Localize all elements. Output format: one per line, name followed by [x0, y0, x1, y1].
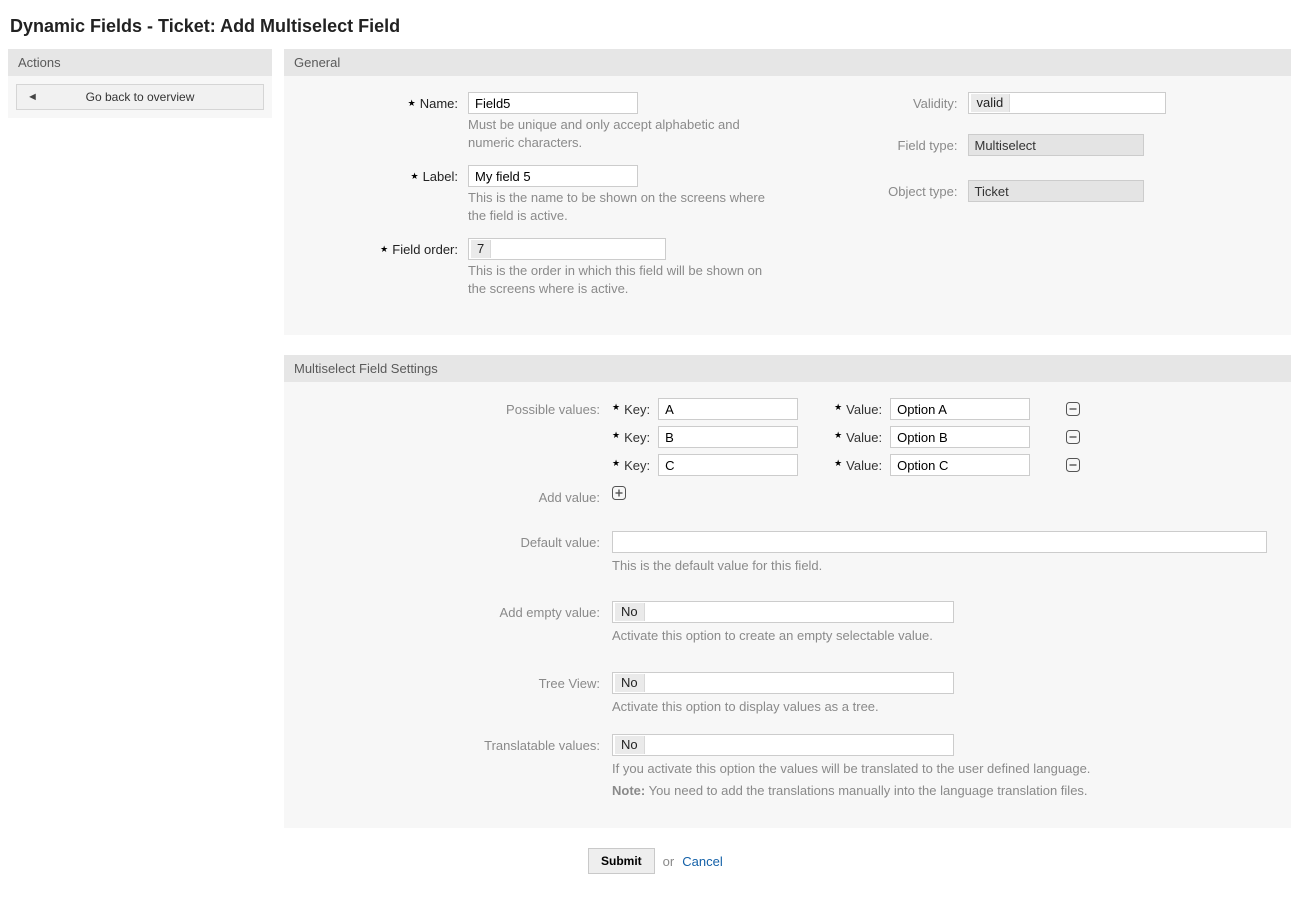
- name-input[interactable]: [468, 92, 638, 114]
- value-input[interactable]: [890, 454, 1030, 476]
- validity-select[interactable]: valid: [968, 92, 1166, 114]
- value-input[interactable]: [890, 426, 1030, 448]
- add-empty-value: No: [615, 603, 645, 621]
- key-label: ★Key:: [612, 402, 650, 417]
- objecttype-label: Object type:: [888, 184, 957, 199]
- or-text: or: [663, 854, 675, 869]
- tree-view-value: No: [615, 674, 645, 692]
- objecttype-readonly: Ticket: [968, 180, 1144, 202]
- possible-values-label: Possible values:: [308, 398, 612, 417]
- add-empty-help: Activate this option to create an empty …: [612, 627, 1267, 645]
- sidebar-actions-header: Actions: [8, 49, 272, 76]
- possible-value-row: ★Key: ★Value:: [612, 398, 1267, 420]
- general-header: General: [284, 49, 1291, 76]
- remove-value-button[interactable]: [1066, 458, 1080, 472]
- remove-value-button[interactable]: [1066, 430, 1080, 444]
- default-value-help: This is the default value for this field…: [612, 557, 1267, 575]
- add-value-button[interactable]: [612, 486, 626, 500]
- validity-label: Validity:: [913, 96, 958, 111]
- remove-value-button[interactable]: [1066, 402, 1080, 416]
- page-title: Dynamic Fields - Ticket: Add Multiselect…: [10, 16, 1287, 37]
- translatable-label: Translatable values:: [308, 734, 612, 753]
- add-empty-label: Add empty value:: [308, 601, 612, 620]
- translatable-help-2: Note: You need to add the translations m…: [612, 782, 1267, 800]
- translatable-select[interactable]: No: [612, 734, 954, 756]
- key-label: ★Key:: [612, 458, 650, 473]
- label-label: Label:: [423, 169, 458, 184]
- default-value-label: Default value:: [308, 531, 612, 550]
- value-input[interactable]: [890, 398, 1030, 420]
- value-label: ★Value:: [834, 430, 882, 445]
- key-input[interactable]: [658, 454, 798, 476]
- tree-view-label: Tree View:: [308, 672, 612, 691]
- key-label: ★Key:: [612, 430, 650, 445]
- fieldtype-readonly: Multiselect: [968, 134, 1144, 156]
- add-empty-select[interactable]: No: [612, 601, 954, 623]
- fieldtype-label: Field type:: [898, 138, 958, 153]
- settings-header: Multiselect Field Settings: [284, 355, 1291, 382]
- cancel-link[interactable]: Cancel: [682, 854, 722, 869]
- translatable-note-rest: You need to add the translations manuall…: [645, 783, 1087, 798]
- chevron-left-icon: ◄: [27, 91, 38, 103]
- translatable-value: No: [615, 736, 645, 754]
- add-value-label: Add value:: [308, 486, 612, 505]
- tree-view-help: Activate this option to display values a…: [612, 698, 1267, 716]
- name-help: Must be unique and only accept alphabeti…: [468, 116, 768, 151]
- value-label: ★Value:: [834, 458, 882, 473]
- label-input[interactable]: [468, 165, 638, 187]
- field-order-select[interactable]: 7: [468, 238, 666, 260]
- validity-value: valid: [971, 94, 1011, 112]
- possible-value-row: ★Key: ★Value:: [612, 426, 1267, 448]
- translatable-help-1: If you activate this option the values w…: [612, 760, 1267, 778]
- go-back-button[interactable]: ◄ Go back to overview: [16, 84, 264, 110]
- order-label: Field order:: [392, 242, 458, 257]
- value-label: ★Value:: [834, 402, 882, 417]
- possible-value-row: ★Key: ★Value:: [612, 454, 1267, 476]
- name-label: Name:: [420, 96, 458, 111]
- key-input[interactable]: [658, 398, 798, 420]
- order-help: This is the order in which this field wi…: [468, 262, 768, 297]
- go-back-label: Go back to overview: [86, 90, 195, 104]
- default-value-input[interactable]: [612, 531, 1267, 553]
- key-input[interactable]: [658, 426, 798, 448]
- submit-button[interactable]: Submit: [588, 848, 655, 874]
- tree-view-select[interactable]: No: [612, 672, 954, 694]
- label-help: This is the name to be shown on the scre…: [468, 189, 768, 224]
- field-order-value: 7: [471, 240, 491, 258]
- translatable-note-bold: Note:: [612, 783, 645, 798]
